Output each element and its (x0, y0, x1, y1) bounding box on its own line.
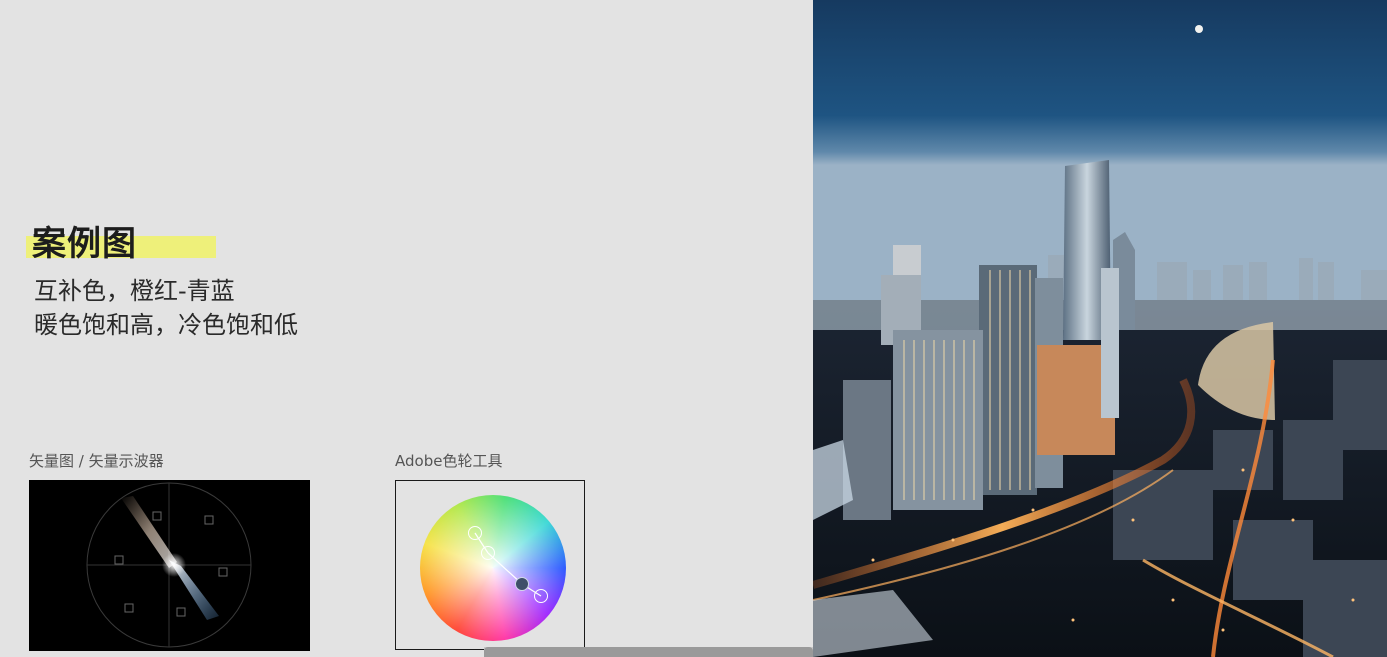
city-photo-svg (813, 0, 1387, 657)
target-r (152, 511, 162, 521)
vectorscope-caption: 矢量图 / 矢量示波器 (29, 452, 164, 470)
color-wheel-panel (395, 480, 585, 650)
vectorscope-graph (29, 480, 310, 651)
wheel-handle-cool-1[interactable] (515, 577, 529, 591)
wheel-handle-cool-2[interactable] (534, 589, 548, 603)
subtitle-line-complementary: 互补色，橙红-青蓝 (34, 277, 235, 305)
moon (1195, 25, 1203, 33)
wheel-handle-warm-1[interactable] (468, 526, 482, 540)
wheel-handle-links (474, 532, 542, 597)
city-night-photo (813, 0, 1387, 657)
subtitle-line-saturation: 暖色饱和高，冷色饱和低 (34, 311, 298, 339)
wheel-handle-warm-2[interactable] (481, 546, 495, 560)
subtitle-block: 互补色，橙红-青蓝 暖色饱和高，冷色饱和低 (34, 274, 298, 342)
color-wheel-caption: Adobe色轮工具 (395, 452, 503, 470)
target-g (124, 603, 134, 613)
target-mg (204, 515, 214, 525)
title-block: 案例图 (24, 222, 216, 266)
vectorscope-svg (86, 482, 252, 648)
scrollbar-thumb[interactable] (484, 647, 813, 657)
scope-center-glow (162, 553, 186, 577)
target-yl (114, 555, 124, 565)
target-cy (176, 607, 186, 617)
target-b (218, 567, 228, 577)
page-title: 案例图 (32, 224, 137, 264)
horizontal-scrollbar[interactable] (484, 647, 813, 657)
slide-left-pane: 案例图 互补色，橙红-青蓝 暖色饱和高，冷色饱和低 矢量图 / 矢量示波器 Ad… (0, 0, 813, 657)
